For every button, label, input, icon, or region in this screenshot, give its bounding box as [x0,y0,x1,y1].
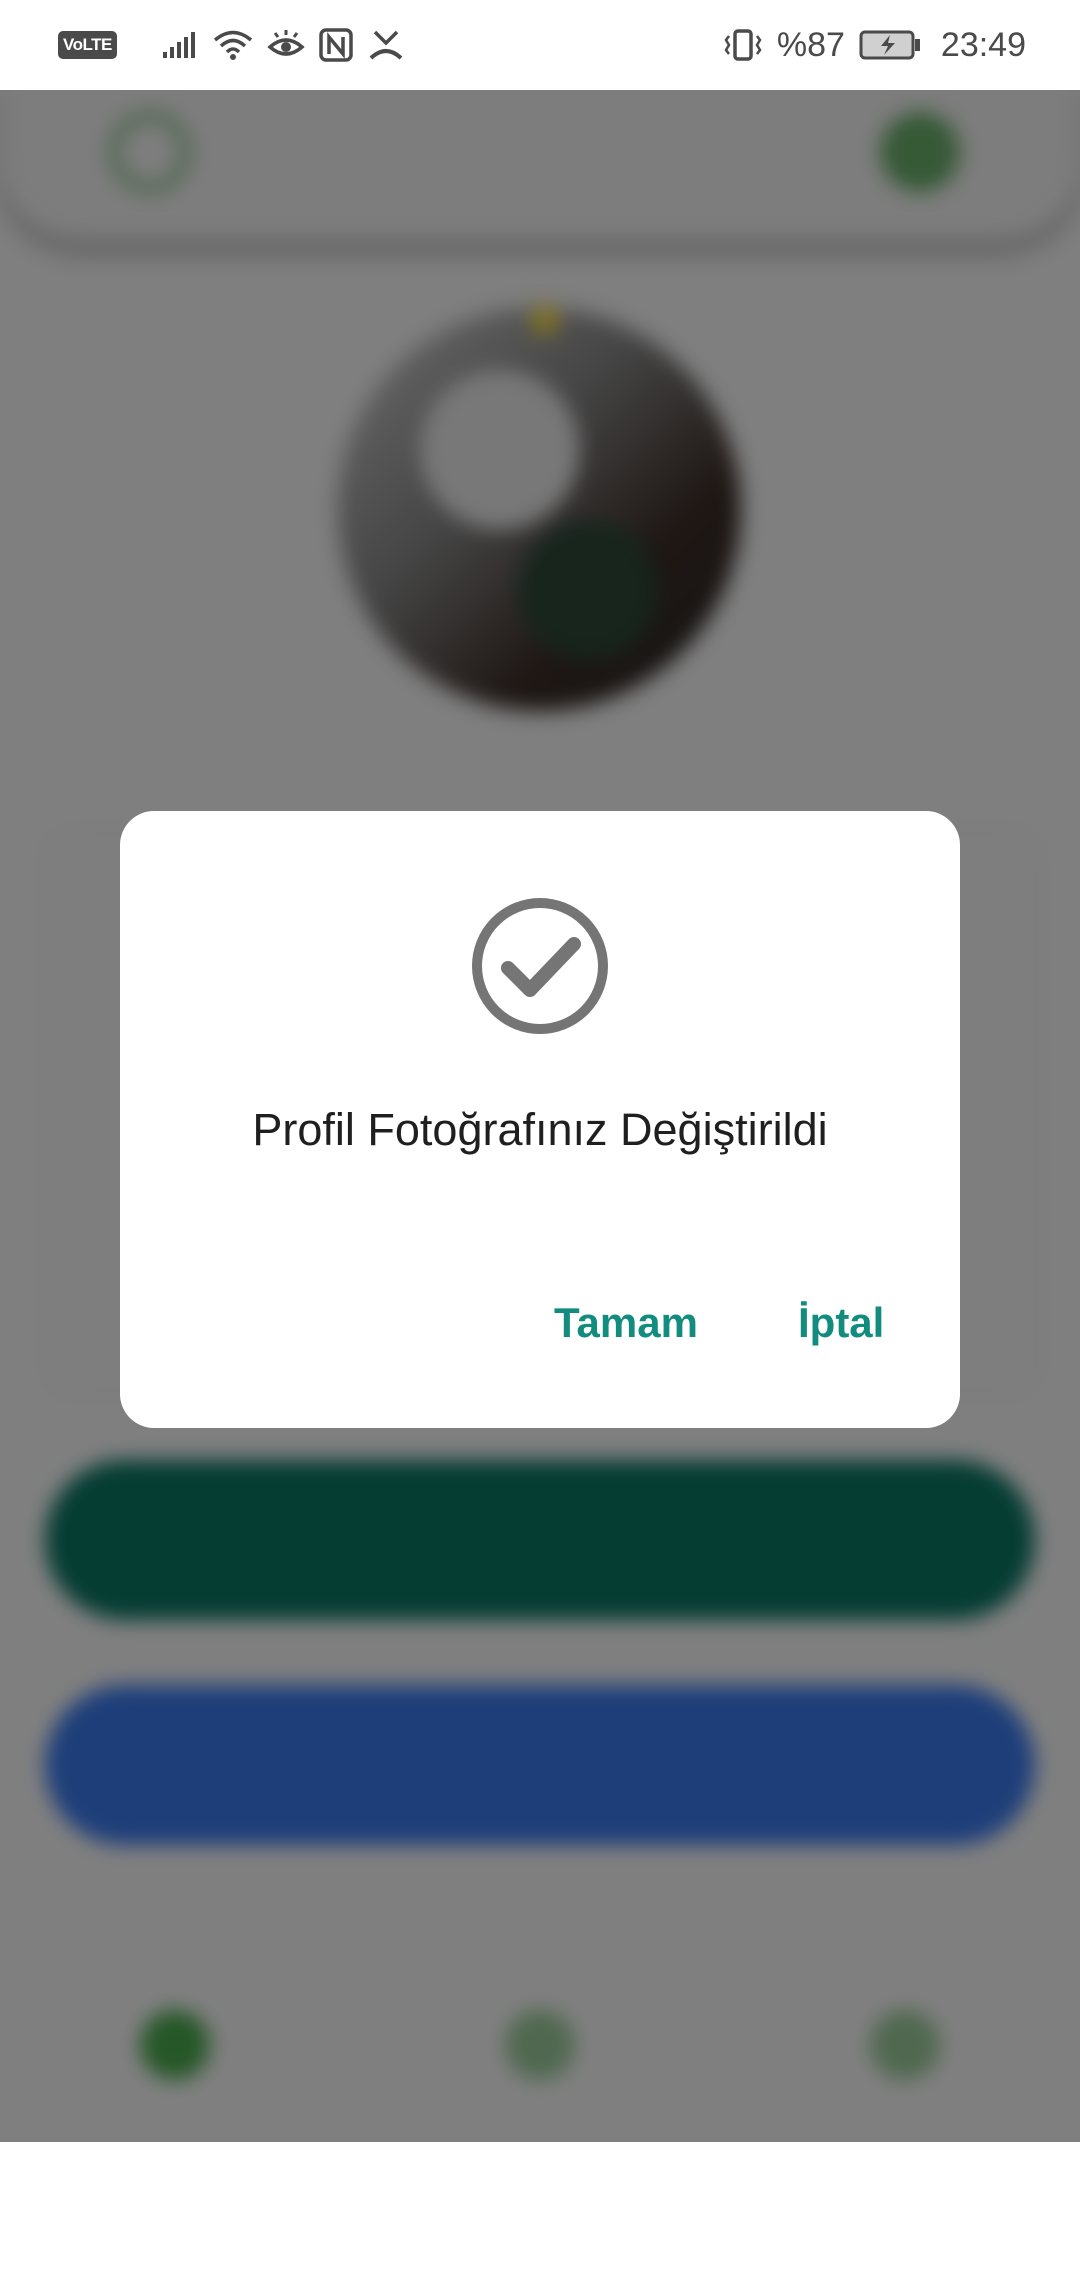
volte-badge: VoLTE [58,31,117,59]
vibrate-icon [723,28,763,62]
cancel-button[interactable]: İptal [798,1299,884,1347]
check-circle-icon [470,896,610,1036]
eye-comfort-icon [267,29,305,61]
status-bar-left: VoLTE [58,28,405,62]
nfc-icon [319,28,353,62]
clock: 23:49 [940,25,1026,64]
status-bar-right: %87 23:49 [723,26,1026,65]
battery-percent: %87 [776,25,845,64]
ok-button[interactable]: Tamam [554,1299,698,1347]
battery-charging-icon [859,29,921,61]
dialog-message: Profil Fotoğrafınız Değiştirildi [252,1104,828,1155]
signal-icon [161,30,199,60]
wifi-icon [213,29,253,61]
success-dialog: Profil Fotoğrafınız Değiştirildi Tamam İ… [120,811,960,1428]
missed-call-icon [367,28,405,62]
status-bar: VoLTE %87 23:49 [0,0,1080,90]
